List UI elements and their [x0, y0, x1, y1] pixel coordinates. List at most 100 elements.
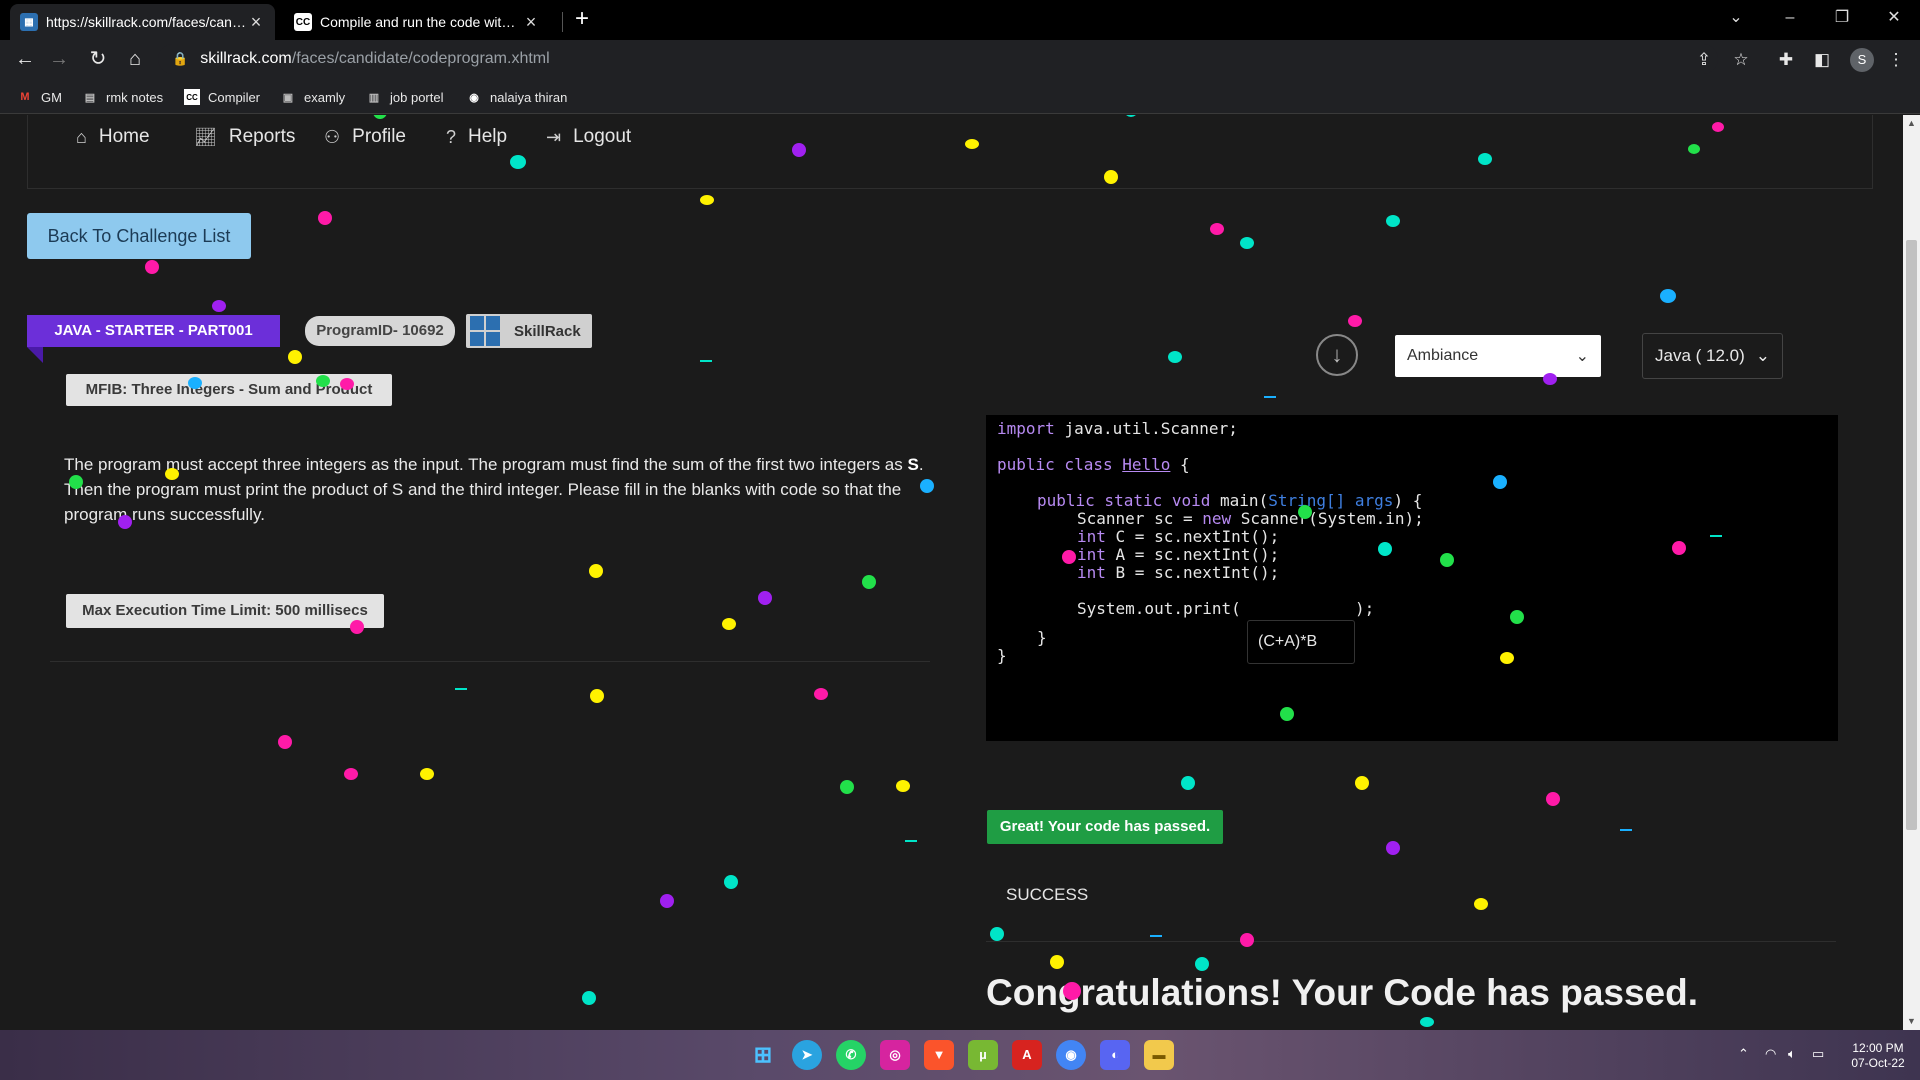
clock-time: 12:00 PM — [1852, 1041, 1904, 1055]
whatsapp-icon[interactable]: ✆ — [836, 1040, 866, 1070]
wifi-icon[interactable]: ◠ — [1765, 1046, 1776, 1062]
confetti-dot — [792, 143, 806, 157]
side-panel-icon[interactable]: ◧ — [1808, 46, 1836, 74]
pdf-icon[interactable]: A — [1012, 1040, 1042, 1070]
chevron-down-icon: ⌄ — [1575, 348, 1589, 365]
close-icon[interactable]: × — [247, 12, 265, 33]
utorrent-icon[interactable]: µ — [968, 1040, 998, 1070]
scroll-up-icon[interactable]: ▲ — [1903, 115, 1920, 132]
brave-icon[interactable]: ▼ — [924, 1040, 954, 1070]
confetti-dot — [420, 768, 434, 780]
reload-icon[interactable]: ↻ — [83, 44, 113, 74]
nav-home[interactable]: ⌂ Home — [76, 126, 150, 148]
confetti-dot — [1712, 122, 1724, 132]
confetti-dot — [1355, 776, 1369, 790]
code-param: String[] args — [1268, 491, 1394, 510]
confetti-streamer — [1264, 396, 1276, 398]
scroll-down-icon[interactable]: ▼ — [1903, 1013, 1920, 1030]
help-icon: ? — [446, 126, 457, 147]
confetti-dot — [1510, 610, 1524, 624]
code-line: int B = sc.nextInt(); — [1077, 563, 1279, 582]
confetti-dot — [1168, 351, 1182, 363]
code-keyword: new — [1202, 509, 1241, 528]
close-icon[interactable]: × — [522, 12, 540, 33]
code-line: public static void main(String[] args) { — [1037, 491, 1422, 510]
confetti-streamer — [700, 360, 712, 362]
confetti-dot — [1104, 170, 1118, 184]
page-scrollbar[interactable]: ▲ ▼ — [1903, 115, 1920, 1030]
download-icon[interactable]: ↓ — [1316, 334, 1358, 376]
back-arrow-icon[interactable]: ← — [10, 44, 40, 74]
confetti-streamer — [1710, 535, 1722, 537]
volume-icon[interactable]: 🔈︎ — [1788, 1046, 1796, 1062]
back-to-challenge-list-button[interactable]: Back To Challenge List — [27, 213, 251, 259]
nav-logout[interactable]: ⇥ Logout — [546, 126, 631, 148]
code-editor[interactable]: import java.util.Scanner; public class H… — [986, 415, 1838, 741]
extensions-icon[interactable]: ✚ — [1772, 46, 1800, 74]
language-select[interactable]: Java ( 12.0) ⌄ — [1642, 333, 1783, 379]
bookmark-label: examly — [304, 89, 346, 105]
fill-in-blank-input[interactable]: (C+A)*B — [1247, 620, 1355, 664]
system-clock[interactable]: 12:00 PM 07-Oct-22 — [1840, 1041, 1916, 1071]
bookmark-gm[interactable]: M GM — [17, 86, 62, 108]
home-icon: ⌂ — [76, 126, 87, 147]
confetti-dot — [118, 515, 132, 529]
minimize-icon[interactable]: – — [1766, 0, 1814, 36]
bookmark-label: job portel — [390, 89, 444, 105]
nav-profile[interactable]: ⚇ Profile — [324, 126, 406, 148]
code-line: public class Hello { — [997, 455, 1190, 474]
confetti-dot — [814, 688, 828, 700]
tab-search-icon[interactable]: ⌄ — [1712, 0, 1760, 36]
code-text: java.util.Scanner; — [1064, 419, 1238, 438]
share-icon[interactable]: ⇪ — [1690, 46, 1718, 74]
code-text: System.out.print( — [1077, 599, 1241, 618]
tab-compiler[interactable]: CC Compile and run the code with online … — [284, 4, 550, 40]
clock-date: 07-Oct-22 — [1851, 1056, 1905, 1070]
nav-help[interactable]: ? Help — [446, 126, 507, 148]
forward-arrow-icon[interactable]: → — [44, 44, 74, 74]
confetti-dot — [350, 620, 364, 634]
bookmark-compiler[interactable]: CC Compiler — [184, 86, 260, 108]
confetti-dot — [582, 991, 596, 1005]
telegram-icon[interactable]: ➤ — [792, 1040, 822, 1070]
chrome-icon[interactable]: ◉ — [1056, 1040, 1086, 1070]
bookmark-job-portel[interactable]: ▥ job portel — [366, 86, 444, 108]
confetti-dot — [510, 155, 526, 169]
confetti-dot — [1181, 776, 1195, 790]
skillrack-badge: SkillRack — [466, 314, 592, 348]
maximize-icon[interactable]: ❐ — [1818, 0, 1866, 36]
window-close-icon[interactable]: ✕ — [1870, 0, 1918, 36]
instagram-icon[interactable]: ◎ — [880, 1040, 910, 1070]
new-tab-icon[interactable]: + — [568, 6, 596, 34]
code-keyword: int — [1077, 563, 1116, 582]
menu-icon[interactable]: ⋮ — [1882, 46, 1910, 74]
scrollbar-thumb[interactable] — [1906, 240, 1917, 830]
code-text: A = sc.nextInt(); — [1115, 545, 1280, 564]
nav-reports[interactable]: 📈︎ Reports — [194, 126, 295, 148]
start-icon[interactable]: ⊞ — [748, 1040, 778, 1070]
bookmark-examly[interactable]: ▣ examly — [280, 86, 345, 108]
nav-label: Reports — [228, 126, 296, 147]
bookmark-star-icon[interactable]: ☆ — [1727, 46, 1755, 74]
chart-icon: 📈︎ — [194, 126, 217, 147]
tab-skillrack[interactable]: ▦ https://skillrack.com/faces/candidate/… — [10, 4, 275, 40]
profile-avatar[interactable]: S — [1850, 48, 1874, 72]
file-explorer-icon[interactable]: ▬ — [1144, 1040, 1174, 1070]
home-icon[interactable]: ⌂ — [120, 44, 150, 74]
confetti-dot — [1195, 957, 1209, 971]
bookmark-rmk-notes[interactable]: ▤ rmk notes — [82, 86, 163, 108]
discord-icon[interactable]: ◐ — [1100, 1040, 1130, 1070]
bookmark-nalaiya-thiran[interactable]: ◉ nalaiya thiran — [466, 86, 567, 108]
browser-toolbar: ← → ↻ ⌂ 🔒 skillrack.com/faces/candidate/… — [0, 40, 1920, 78]
theme-select[interactable]: Ambiance ⌄ — [1395, 335, 1601, 377]
chevron-up-icon[interactable]: ⌃ — [1738, 1046, 1749, 1062]
address-bar[interactable]: 🔒 skillrack.com/faces/candidate/codeprog… — [158, 44, 1718, 74]
confetti-dot — [1240, 933, 1254, 947]
confetti-dot — [316, 375, 330, 387]
battery-icon[interactable]: ▭ — [1812, 1046, 1824, 1062]
confetti-dot — [1688, 144, 1700, 154]
code-text: } — [1037, 628, 1047, 647]
confetti-dot — [318, 211, 332, 225]
confetti-dot — [758, 591, 772, 605]
chevron-down-icon: ⌄ — [1755, 346, 1770, 365]
